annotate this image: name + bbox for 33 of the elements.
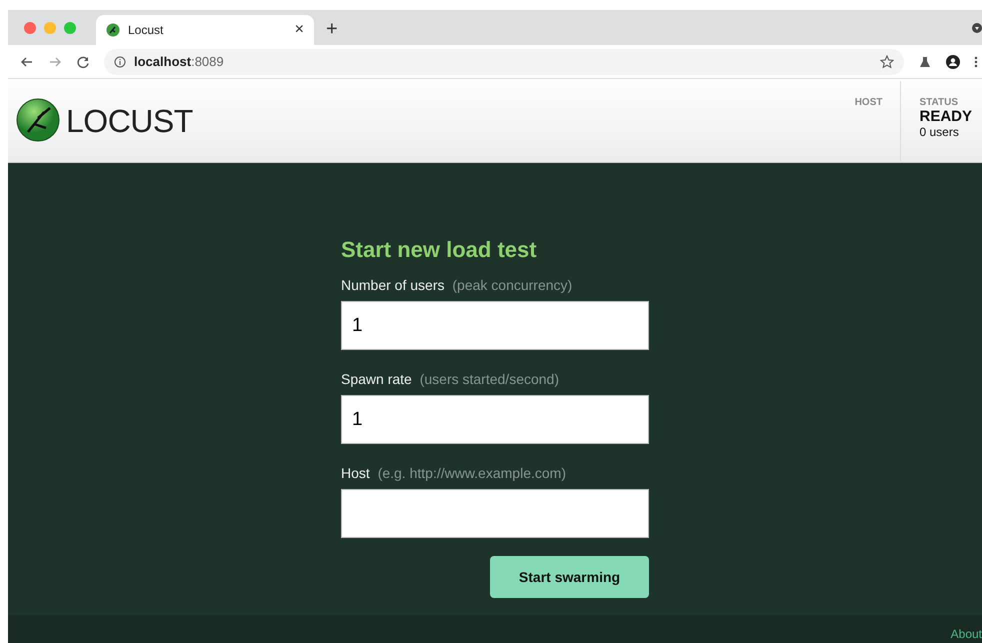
field-label: Host <box>341 465 370 481</box>
status-value: READY <box>919 108 972 125</box>
bookmark-star-icon[interactable] <box>880 54 894 68</box>
field-hint: (peak concurrency) <box>452 277 572 293</box>
form-title: Start new load test <box>341 237 538 263</box>
input-field[interactable]: 1 <box>341 395 649 444</box>
tab-title: Locust <box>128 23 164 37</box>
profile-icon[interactable] <box>946 54 960 68</box>
status-label: STATUS <box>919 97 959 108</box>
menu-icon[interactable] <box>974 54 978 68</box>
user-count: 0 users <box>919 125 960 139</box>
field-label: Number of users <box>341 277 444 293</box>
favicon-icon <box>106 23 120 37</box>
about-link[interactable]: About <box>950 627 982 643</box>
input-field[interactable]: 1 <box>341 301 649 350</box>
extension-icon[interactable] <box>972 22 982 32</box>
start-swarming-button[interactable]: Start swarming <box>490 556 649 598</box>
host-label: HOST <box>854 97 882 108</box>
back-icon[interactable] <box>20 54 34 68</box>
field-label: Spawn rate <box>341 371 412 387</box>
locust-logo-icon <box>16 98 60 142</box>
reload-icon[interactable] <box>76 54 90 68</box>
info-icon <box>114 56 126 68</box>
input-field[interactable] <box>341 489 649 538</box>
flask-icon[interactable] <box>918 54 932 68</box>
close-tab-button[interactable]: × <box>294 21 304 39</box>
new-tab-button[interactable]: + <box>326 18 338 41</box>
field-hint: (e.g. http://www.example.com) <box>378 465 566 481</box>
field-hint: (users started/second) <box>420 371 560 387</box>
url-text: localhost:8089 <box>134 54 224 69</box>
address-bar[interactable]: localhost:8089 <box>104 48 904 74</box>
logo-text: LOCUST <box>66 103 193 140</box>
browser-tab[interactable]: Locust × <box>96 15 314 45</box>
